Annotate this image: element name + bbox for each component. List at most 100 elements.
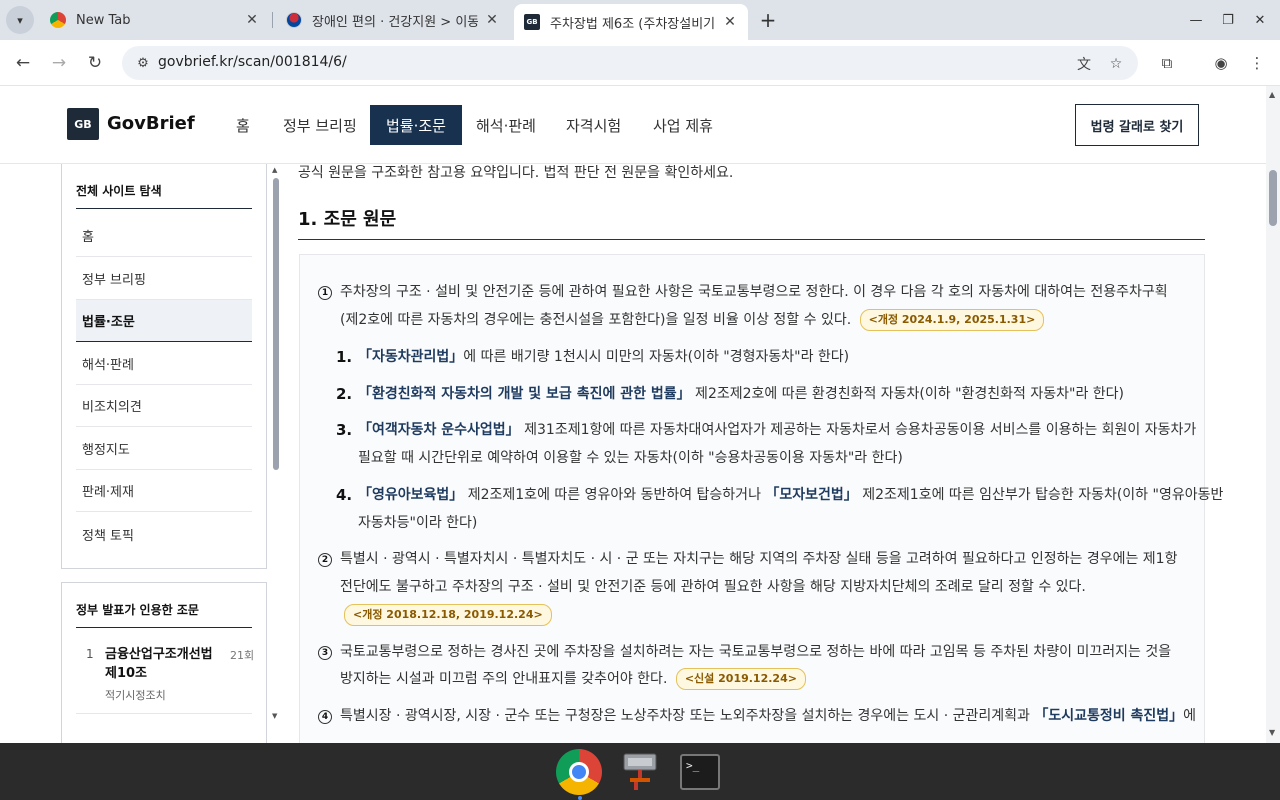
close-tab-icon[interactable]: ✕ xyxy=(722,14,738,30)
site-header: GB GovBrief 홈 정부 브리핑 법률·조문 해석·판례 자격시험 사업… xyxy=(0,86,1266,164)
item-text: 제2조제2호에 따른 환경친화적 자동차(이하 "환경친화적 자동차"라 한다) xyxy=(690,386,1125,402)
paragraph-4-line-1: 특별시장 · 광역시장, 시장 · 군수 또는 구청장은 노상주차장 또는 노외… xyxy=(340,702,1196,730)
cited-count: 21회 xyxy=(230,649,255,662)
tab-title: 주차장법 제6조 (주차장설비기 xyxy=(550,16,716,32)
terminal-icon: >_ xyxy=(680,754,720,790)
sidebar-scrollbar[interactable]: ▲ ▼ xyxy=(271,164,281,724)
amendment-badge: <개정 2024.1.9, 2025.1.31> xyxy=(859,309,1045,331)
chrome-favicon-icon xyxy=(50,12,66,28)
sidebar-item-admin-guidance[interactable]: 행정지도 xyxy=(76,428,252,470)
item-3: 「여객자동차 운수사업법」 제31조제1항에 따른 자동차대여사업자가 제공하는… xyxy=(358,416,1196,444)
url-text[interactable]: govbrief.kr/scan/001814/6/ xyxy=(158,54,347,70)
terminal-taskbar-icon[interactable]: >_ xyxy=(677,749,723,795)
item-4-line-2: 자동차등"이라 한다) xyxy=(358,515,478,531)
forward-arrow-icon[interactable]: → xyxy=(47,51,71,75)
restore-icon[interactable]: ❐ xyxy=(1218,10,1238,30)
law-link[interactable]: 「도시교통정비 촉진법」 xyxy=(1034,708,1183,724)
address-bar[interactable]: ⚙ govbrief.kr/scan/001814/6/ 文 ☆ xyxy=(122,46,1138,80)
back-arrow-icon[interactable]: ← xyxy=(11,51,35,75)
item-number: 2. xyxy=(336,385,353,403)
law-link[interactable]: 「환경친화적 자동차의 개발 및 보급 촉진에 관한 법률」 xyxy=(358,386,691,402)
paragraph-text: 에 xyxy=(1183,708,1197,724)
tab-new-tab[interactable]: New Tab ✕ xyxy=(40,4,270,36)
item-text: 제2조제1호에 따른 임산부가 탑승한 자동차(이하 "영유아동반 xyxy=(857,487,1224,503)
site-info-icon[interactable]: ⚙ xyxy=(134,54,152,72)
item-number: 1. xyxy=(336,348,353,366)
cited-subtitle: 적기시정조치 xyxy=(105,689,166,702)
nav-interpretations[interactable]: 해석·판례 xyxy=(460,105,552,145)
tab-disability-support[interactable]: 장애인 편의 · 건강지원 > 이동 ✕ xyxy=(276,4,510,36)
reload-icon[interactable]: ↻ xyxy=(83,51,107,75)
chrome-taskbar-icon[interactable] xyxy=(556,749,602,795)
paragraph-text: 특별시장 · 광역시장, 시장 · 군수 또는 구청장은 노상주차장 또는 노외… xyxy=(340,708,1035,724)
sidebar-item-home[interactable]: 홈 xyxy=(76,215,252,257)
govbrief-favicon-icon: GB xyxy=(524,14,540,30)
profile-icon[interactable]: ◉ xyxy=(1210,52,1232,74)
sidebar-item-rulings-sanctions[interactable]: 판례·제재 xyxy=(76,470,252,512)
sidebar-item-gov-briefing[interactable]: 정부 브리핑 xyxy=(76,258,252,300)
menu-kebab-icon[interactable]: ⋮ xyxy=(1246,52,1268,74)
scroll-down-icon[interactable]: ▼ xyxy=(272,712,277,720)
nav-partnership[interactable]: 사업 제휴 xyxy=(637,105,729,145)
cited-row-divider xyxy=(76,713,252,714)
sidebar-scroll-thumb[interactable] xyxy=(273,178,279,470)
tab-title: New Tab xyxy=(76,12,131,28)
paragraph-1-line-1: 주차장의 구조 · 설비 및 안전기준 등에 관하여 필요한 사항은 국토교통부… xyxy=(340,284,1168,300)
logo-name[interactable]: GovBrief xyxy=(107,113,195,134)
chrome-logo-icon xyxy=(556,749,602,795)
paragraph-3-line-2: 방지하는 시설과 미끄럼 주의 안내표지를 갖추어야 한다. <신설 2019.… xyxy=(340,665,806,693)
bookmark-star-icon[interactable]: ☆ xyxy=(1106,54,1126,74)
close-tab-icon[interactable]: ✕ xyxy=(244,12,260,28)
paragraph-2-line-2: 전단에도 불구하고 주차장의 구조 · 설비 및 안전기준 등에 관하여 필요한… xyxy=(340,579,1086,595)
extensions-icon[interactable]: ⧉ xyxy=(1156,52,1178,74)
paragraph-number: 1 xyxy=(318,286,332,300)
item-3-line-2: 필요할 때 시간단위로 예약하여 이용할 수 있는 자동차(이하 "승용차공동이… xyxy=(358,450,903,466)
logo-mark[interactable]: GB xyxy=(67,108,99,140)
sidebar-item-interpretations[interactable]: 해석·판례 xyxy=(76,343,252,385)
item-number: 4. xyxy=(336,486,353,504)
section-title: 1. 조문 원문 xyxy=(298,209,397,230)
cited-article-link[interactable]: 금융산업구조개선법 제10조 xyxy=(105,645,225,683)
scroll-down-icon[interactable]: ▼ xyxy=(1269,728,1275,737)
item-text: 제2조제1호에 따른 영유아와 동반하여 탑승하거나 xyxy=(463,487,766,503)
paragraph-text: (제2호에 따른 자동차의 경우에는 충전시설을 포함한다)을 일정 비율 이상… xyxy=(340,312,852,328)
paragraph-number: 4 xyxy=(318,710,332,724)
chevron-down-icon: ▾ xyxy=(17,13,23,27)
close-tab-icon[interactable]: ✕ xyxy=(484,12,500,28)
law-link[interactable]: 「자동차관리법」 xyxy=(358,349,463,365)
close-window-icon[interactable]: ✕ xyxy=(1250,10,1270,30)
nav-home[interactable]: 홈 xyxy=(220,105,266,145)
page-scrollbar[interactable]: ▲ ▼ xyxy=(1266,86,1280,743)
nav-exams[interactable]: 자격시험 xyxy=(550,105,637,145)
law-link[interactable]: 「여객자동차 운수사업법」 xyxy=(358,422,520,438)
page-scroll-thumb[interactable] xyxy=(1269,170,1277,226)
cited-divider xyxy=(76,627,252,628)
paragraph-text: 방지하는 시설과 미끄럼 주의 안내표지를 갖추어야 한다. xyxy=(340,671,668,687)
new-tab-plus-icon[interactable]: + xyxy=(756,8,780,32)
tab-search-button[interactable]: ▾ xyxy=(6,6,34,34)
minimize-icon[interactable]: — xyxy=(1186,10,1206,30)
law-link[interactable]: 「영유아보육법」 xyxy=(358,487,463,503)
nav-gov-briefing[interactable]: 정부 브리핑 xyxy=(267,105,373,145)
scroll-up-icon[interactable]: ▲ xyxy=(272,166,277,174)
os-taskbar: >_ xyxy=(0,743,1280,800)
paragraph-3-line-1: 국토교통부령으로 정하는 경사진 곳에 주차장을 설치하려는 자는 국토교통부령… xyxy=(340,644,1172,660)
cited-articles-panel: 정부 발표가 인용한 조문 1 금융산업구조개선법 제10조 21회 적기시정조… xyxy=(61,582,267,743)
paragraph-1-line-2: (제2호에 따른 자동차의 경우에는 충전시설을 포함한다)을 일정 비율 이상… xyxy=(340,306,1045,334)
sidebar-item-no-action-opinion[interactable]: 비조치의견 xyxy=(76,385,252,427)
scroll-up-icon[interactable]: ▲ xyxy=(1269,90,1275,99)
tab-parking-law[interactable]: GB 주차장법 제6조 (주차장설비기 ✕ xyxy=(514,4,748,40)
sidebar-item-policy-topics[interactable]: 정책 토픽 xyxy=(76,513,252,555)
cited-panel-title: 정부 발표가 인용한 조문 xyxy=(76,603,199,617)
amendment-block: <개정 2018.12.18, 2019.12.24> xyxy=(340,604,552,626)
nav-laws[interactable]: 법률·조문 xyxy=(370,105,462,145)
translate-icon[interactable]: 文 xyxy=(1074,54,1094,74)
find-by-category-button[interactable]: 법령 갈래로 찾기 xyxy=(1075,104,1199,146)
item-text: 에 따른 배기량 1천시시 미만의 자동차(이하 "경형자동차"라 한다) xyxy=(463,349,850,365)
item-1: 「자동차관리법」에 따른 배기량 1천시시 미만의 자동차(이하 "경형자동차"… xyxy=(358,343,849,371)
law-link[interactable]: 「모자보건법」 xyxy=(765,487,857,503)
sidebar-item-laws[interactable]: 법률·조문 xyxy=(76,300,252,342)
disclaimer-notice: 공식 원문을 구조화한 참고용 요약입니다. 법적 판단 전 원문을 확인하세요… xyxy=(298,165,734,181)
network-taskbar-icon[interactable] xyxy=(617,749,663,795)
amendment-badge: <신설 2019.12.24> xyxy=(675,668,806,690)
